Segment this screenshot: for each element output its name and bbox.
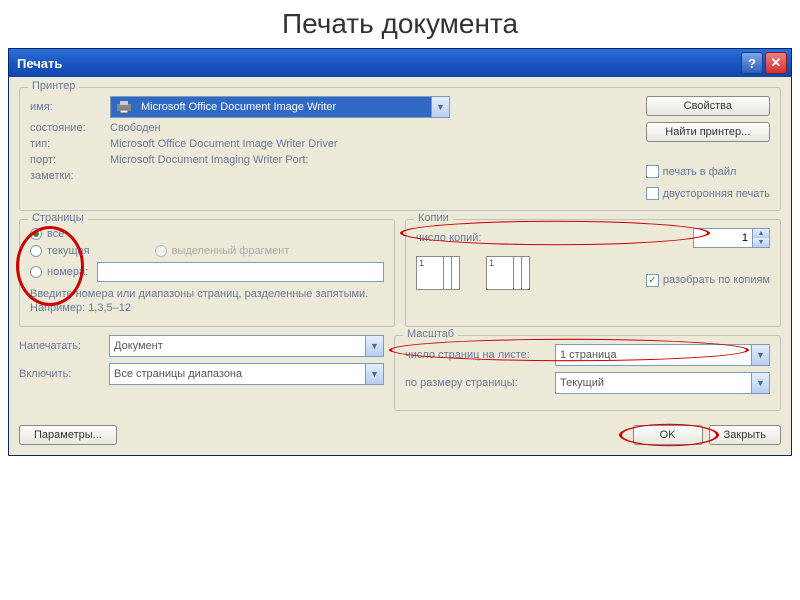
pages-per-sheet-combo[interactable]: 1 страница▼ xyxy=(555,344,770,366)
port-label: порт: xyxy=(30,154,110,166)
print-to-file-checkbox[interactable]: печать в файл xyxy=(646,165,770,178)
page-heading: Печать документа xyxy=(0,0,800,48)
close-button[interactable]: ✕ xyxy=(765,52,787,74)
checkbox-icon xyxy=(646,165,659,178)
printer-name-combo[interactable]: Microsoft Office Document Image Writer ▼ xyxy=(110,96,450,118)
spinner-up-icon[interactable]: ▲ xyxy=(753,229,769,238)
chevron-down-icon: ▼ xyxy=(751,345,769,365)
properties-button[interactable]: Свойства xyxy=(646,96,770,116)
titlebar: Печать ? ✕ xyxy=(9,49,791,77)
copies-count-label: число копий: xyxy=(416,232,481,244)
type-value: Microsoft Office Document Image Writer D… xyxy=(110,138,636,150)
print-what-combo[interactable]: Документ▼ xyxy=(109,335,384,357)
checkbox-checked-icon: ✓ xyxy=(646,274,659,287)
printer-name-label: имя: xyxy=(30,101,110,113)
pages-selection-radio: выделенный фрагмент xyxy=(155,245,290,257)
copies-spinner[interactable]: ▲▼ xyxy=(693,228,770,248)
pages-group: Страницы все текущая выделенный фрагмент… xyxy=(19,219,395,327)
fit-to-page-combo[interactable]: Текущий▼ xyxy=(555,372,770,394)
radio-icon xyxy=(155,245,167,257)
fit-to-page-label: по размеру страницы: xyxy=(405,377,555,389)
close-dialog-button[interactable]: Закрыть xyxy=(709,425,781,445)
params-button[interactable]: Параметры... xyxy=(19,425,117,445)
scale-group-title: Масштаб xyxy=(403,328,458,340)
printer-group-title: Принтер xyxy=(28,80,79,92)
chevron-down-icon: ▼ xyxy=(365,336,383,356)
pages-numbers-radio[interactable]: номера: xyxy=(30,262,384,282)
spinner-down-icon[interactable]: ▼ xyxy=(753,238,769,247)
page-numbers-input[interactable] xyxy=(97,262,384,282)
pages-hint: Введите номера или диапазоны страниц, ра… xyxy=(30,287,384,316)
chevron-down-icon: ▼ xyxy=(365,364,383,384)
print-what-label: Напечатать: xyxy=(19,340,109,352)
find-printer-button[interactable]: Найти принтер... xyxy=(646,122,770,142)
copies-input[interactable] xyxy=(693,228,753,248)
include-combo[interactable]: Все страницы диапазона▼ xyxy=(109,363,384,385)
dialog-title: Печать xyxy=(17,56,739,71)
radio-icon xyxy=(30,245,42,257)
copies-group-title: Копии xyxy=(414,212,453,224)
include-label: Включить: xyxy=(19,368,109,380)
printer-icon xyxy=(113,98,135,116)
scale-group: Масштаб число страниц на листе: 1 страни… xyxy=(394,335,781,411)
pages-group-title: Страницы xyxy=(28,212,88,224)
radio-icon xyxy=(30,228,42,240)
print-dialog: Печать ? ✕ Принтер имя: Microsoft Office… xyxy=(8,48,792,456)
status-label: состояние: xyxy=(30,122,110,134)
notes-label: заметки: xyxy=(30,170,110,182)
collate-checkbox[interactable]: ✓разобрать по копиям xyxy=(646,274,770,287)
pages-all-radio[interactable]: все xyxy=(30,228,384,240)
checkbox-icon xyxy=(646,187,659,200)
radio-icon xyxy=(30,266,42,278)
port-value: Microsoft Document Imaging Writer Port: xyxy=(110,154,636,166)
status-value: Свободен xyxy=(110,122,636,134)
print-what-section: Напечатать: Документ▼ Включить: Все стра… xyxy=(19,335,384,419)
printer-name-value: Microsoft Office Document Image Writer xyxy=(137,101,431,113)
type-label: тип: xyxy=(30,138,110,150)
pages-current-radio[interactable]: текущая xyxy=(30,245,90,257)
printer-group: Принтер имя: Microsoft Office Document I… xyxy=(19,87,781,211)
pages-per-sheet-label: число страниц на листе: xyxy=(405,349,555,361)
chevron-down-icon: ▼ xyxy=(431,97,449,117)
ok-button[interactable]: OK xyxy=(633,425,703,445)
copies-group: Копии число копий: ▲▼ 321 321 ✓разобра xyxy=(405,219,781,327)
collate-preview: 321 321 xyxy=(416,256,536,301)
duplex-checkbox[interactable]: двусторонняя печать xyxy=(646,187,770,200)
chevron-down-icon: ▼ xyxy=(751,373,769,393)
help-button[interactable]: ? xyxy=(741,52,763,74)
